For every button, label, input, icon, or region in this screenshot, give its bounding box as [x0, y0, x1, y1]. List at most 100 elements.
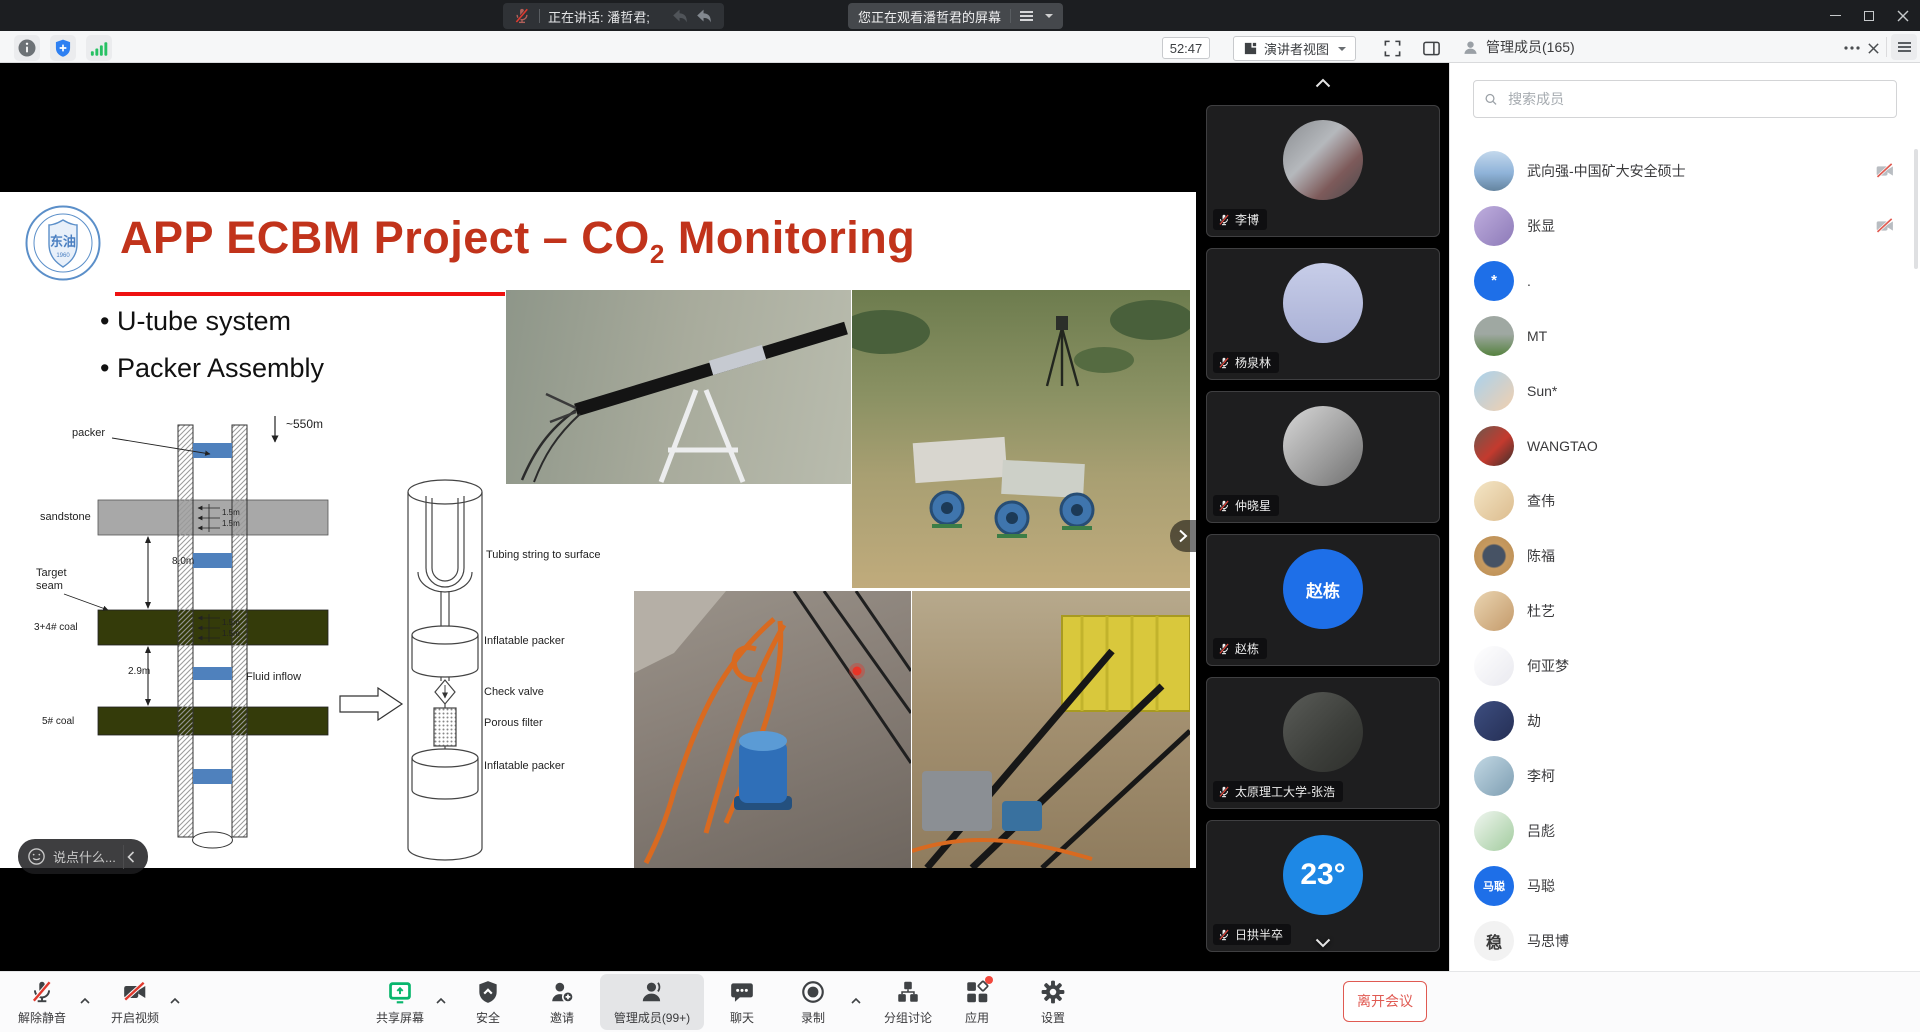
share-options-button[interactable]: [434, 996, 448, 1006]
next-slide-button[interactable]: [1170, 520, 1196, 552]
member-avatar: [1474, 371, 1514, 411]
maximize-button[interactable]: [1852, 0, 1886, 31]
forward-arrow-icon[interactable]: [694, 6, 714, 26]
video-tile[interactable]: 太原理工大学-张浩: [1206, 677, 1440, 809]
camera-off-icon: [1875, 216, 1895, 236]
member-row[interactable]: 武向强-中国矿大安全硕士: [1450, 143, 1920, 198]
close-icon: [1897, 10, 1909, 22]
well-bottom: [193, 832, 233, 848]
shield-plus-icon: [53, 38, 73, 58]
record-icon: [800, 979, 826, 1005]
security-shield-button[interactable]: [50, 35, 76, 61]
chevron-down-icon: [1045, 14, 1053, 18]
member-avatar: [1474, 536, 1514, 576]
panel-more-button[interactable]: [1841, 37, 1863, 59]
titlebar: 正在讲话: 潘哲君; 您正在观看潘哲君的屏幕: [0, 0, 1920, 31]
member-row[interactable]: 吕彪: [1450, 803, 1920, 858]
member-avatar: [1474, 481, 1514, 521]
member-row[interactable]: * .: [1450, 253, 1920, 308]
packer-bottom-label: Inflatable packer: [484, 760, 565, 772]
video-tile[interactable]: 李博: [1206, 105, 1440, 237]
gap-2-label: 2.9m: [128, 666, 150, 677]
divider: [1010, 9, 1011, 23]
muted-mic-icon: [1217, 213, 1231, 227]
participant-name-badge: 仲晓星: [1213, 495, 1279, 516]
signal-bars-icon: [90, 40, 108, 57]
member-row[interactable]: 张显: [1450, 198, 1920, 253]
video-tile[interactable]: 23° 日拱半卒: [1206, 820, 1440, 952]
scroll-up-button[interactable]: [1315, 75, 1331, 93]
member-name: 马思博: [1527, 931, 1569, 951]
member-row[interactable]: 陈福: [1450, 528, 1920, 583]
chevron-down-icon: [1338, 47, 1346, 51]
security-button[interactable]: 安全: [448, 979, 528, 1026]
scrollbar-thumb[interactable]: [1914, 149, 1918, 269]
share-screen-button[interactable]: 共享屏幕: [360, 979, 440, 1026]
panel-close-button[interactable]: [1862, 37, 1884, 59]
chat-quick-input[interactable]: 说点什么...: [18, 839, 148, 874]
shared-screen-area: 东油 1960 APP ECBM Project – CO2 Monitorin…: [0, 63, 1196, 971]
gear-icon: [1040, 979, 1066, 1005]
fullscreen-button[interactable]: [1381, 37, 1403, 59]
member-name: 劫: [1527, 711, 1541, 731]
emoji-smiley-icon[interactable]: [27, 847, 46, 866]
member-avatar: [1474, 646, 1514, 686]
member-name: 张显: [1527, 216, 1555, 236]
unmute-button[interactable]: 解除静音: [2, 979, 82, 1026]
side-panel-toggle-button[interactable]: [1420, 37, 1442, 59]
measure-label: 1.5m: [222, 508, 240, 517]
video-tiles: 李博 杨泉林: [1206, 105, 1440, 952]
view-mode-button[interactable]: 演讲者视图: [1233, 36, 1356, 61]
member-row[interactable]: 查伟: [1450, 473, 1920, 528]
member-row[interactable]: 马聪 马聪: [1450, 858, 1920, 913]
target-seam-label-1: Target: [36, 567, 67, 579]
panel-menu-button[interactable]: [1891, 34, 1917, 60]
close-window-button[interactable]: [1886, 0, 1920, 31]
measure-label: 1.5m: [222, 519, 240, 528]
back-arrow-icon[interactable]: [670, 6, 690, 26]
settings-button[interactable]: 设置: [1013, 979, 1093, 1026]
participant-name-badge: 杨泉林: [1213, 352, 1279, 373]
member-row[interactable]: 何亚梦: [1450, 638, 1920, 693]
mic-options-button[interactable]: [78, 996, 92, 1006]
chat-collapse-button[interactable]: [123, 845, 139, 869]
member-row[interactable]: Sun*: [1450, 363, 1920, 418]
sandstone-label: sandstone: [40, 511, 91, 523]
manage-members-button[interactable]: 管理成员(99+): [600, 974, 704, 1030]
record-button[interactable]: 录制: [773, 979, 853, 1026]
meeting-info-button[interactable]: [14, 35, 40, 61]
info-icon: [17, 38, 37, 58]
start-video-button[interactable]: 开启视频: [95, 979, 175, 1026]
check-valve-label: Check valve: [484, 686, 544, 698]
apps-button[interactable]: 应用: [937, 979, 1017, 1026]
chat-button[interactable]: 聊天: [702, 979, 782, 1026]
photo-wellsite: [912, 591, 1190, 868]
minimize-button[interactable]: [1818, 0, 1852, 31]
member-row[interactable]: 杜艺: [1450, 583, 1920, 638]
member-avatar: 稳: [1474, 921, 1514, 961]
muted-mic-icon: [513, 7, 531, 25]
member-row[interactable]: MT: [1450, 308, 1920, 363]
screen-options-menu-icon[interactable]: [1020, 11, 1033, 21]
watching-banner[interactable]: 您正在观看潘哲君的屏幕: [848, 3, 1063, 29]
divider: [1886, 37, 1887, 57]
video-options-button[interactable]: [168, 996, 182, 1006]
member-row[interactable]: WANGTAO: [1450, 418, 1920, 473]
participant-name: 李博: [1235, 211, 1259, 228]
notification-badge: [985, 976, 993, 984]
member-row[interactable]: 劫: [1450, 693, 1920, 748]
video-tile[interactable]: 杨泉林: [1206, 248, 1440, 380]
search-input[interactable]: [1506, 90, 1886, 108]
muted-mic-icon: [1217, 499, 1231, 513]
video-tile[interactable]: 赵栋 赵栋: [1206, 534, 1440, 666]
minimize-icon: [1830, 15, 1841, 17]
video-tile[interactable]: 仲晓星: [1206, 391, 1440, 523]
member-row[interactable]: 李柯: [1450, 748, 1920, 803]
member-row[interactable]: 稳 马思博: [1450, 913, 1920, 968]
leave-meeting-button[interactable]: 离开会议: [1343, 981, 1427, 1022]
chat-bubble-icon: [729, 979, 755, 1005]
scroll-down-button[interactable]: [1315, 935, 1331, 953]
member-search-box[interactable]: [1473, 80, 1897, 118]
invite-button[interactable]: 邀请: [522, 979, 602, 1026]
network-signal-indicator[interactable]: [86, 35, 112, 61]
